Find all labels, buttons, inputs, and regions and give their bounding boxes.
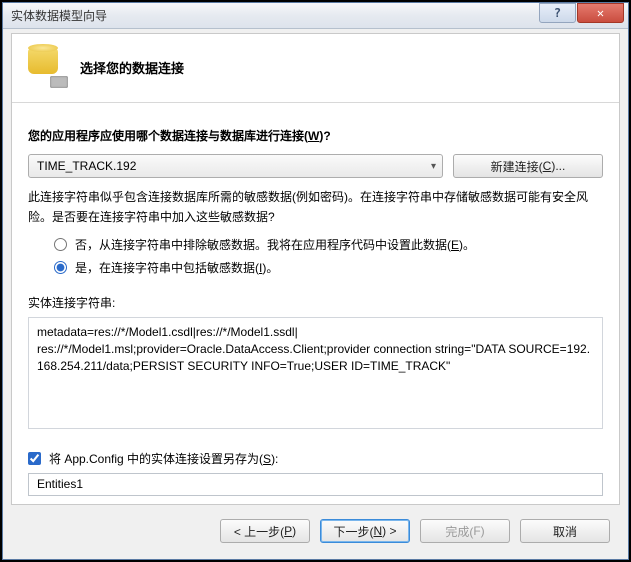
sensitive-data-radio-group: 否，从连接字符串中排除敏感数据。我将在应用程序代码中设置此数据(E)。 是，在连… (28, 236, 603, 276)
next-button[interactable]: 下一步(N) > (320, 519, 410, 543)
new-connection-button[interactable]: 新建连接(C)... (453, 154, 603, 178)
connection-select[interactable]: TIME_TRACK.192 ▾ (28, 154, 443, 178)
radio-exclude-input[interactable] (54, 238, 67, 251)
connection-select-value: TIME_TRACK.192 (37, 159, 136, 173)
database-icon (28, 48, 66, 86)
connection-string-textbox[interactable] (28, 317, 603, 429)
dialog-window: 实体数据模型向导 ? ✕ 选择您的数据连接 您的应用程序应使用哪个数据连接与数据… (2, 2, 629, 560)
radio-exclude-sensitive[interactable]: 否，从连接字符串中排除敏感数据。我将在应用程序代码中设置此数据(E)。 (54, 236, 603, 253)
save-config-label: 将 App.Config 中的实体连接设置另存为(S): (49, 450, 278, 467)
connection-string-label: 实体连接字符串: (28, 294, 603, 311)
wizard-footer: < 上一步(P) 下一步(N) > 完成(F) 取消 (11, 513, 620, 549)
save-config-name-input[interactable] (28, 473, 603, 496)
save-config-checkbox[interactable] (28, 452, 41, 465)
divider (12, 102, 619, 103)
page-header: 选择您的数据连接 (28, 48, 603, 102)
sensitive-data-warning: 此连接字符串似乎包含连接数据库所需的敏感数据(例如密码)。在连接字符串中存储敏感… (28, 188, 603, 228)
finish-button: 完成(F) (420, 519, 510, 543)
radio-include-sensitive[interactable]: 是，在连接字符串中包括敏感数据(I)。 (54, 259, 603, 276)
window-title: 实体数据模型向导 (11, 7, 539, 24)
help-button[interactable]: ? (539, 3, 576, 23)
dialog-content: 选择您的数据连接 您的应用程序应使用哪个数据连接与数据库进行连接(W)? TIM… (11, 33, 620, 505)
cancel-button[interactable]: 取消 (520, 519, 610, 543)
back-button[interactable]: < 上一步(P) (220, 519, 310, 543)
titlebar: 实体数据模型向导 ? ✕ (3, 3, 628, 29)
page-title: 选择您的数据连接 (80, 58, 184, 77)
connection-prompt-label: 您的应用程序应使用哪个数据连接与数据库进行连接(W)? (28, 127, 603, 144)
close-button[interactable]: ✕ (577, 3, 624, 23)
radio-include-input[interactable] (54, 261, 67, 274)
chevron-down-icon: ▾ (431, 161, 436, 172)
